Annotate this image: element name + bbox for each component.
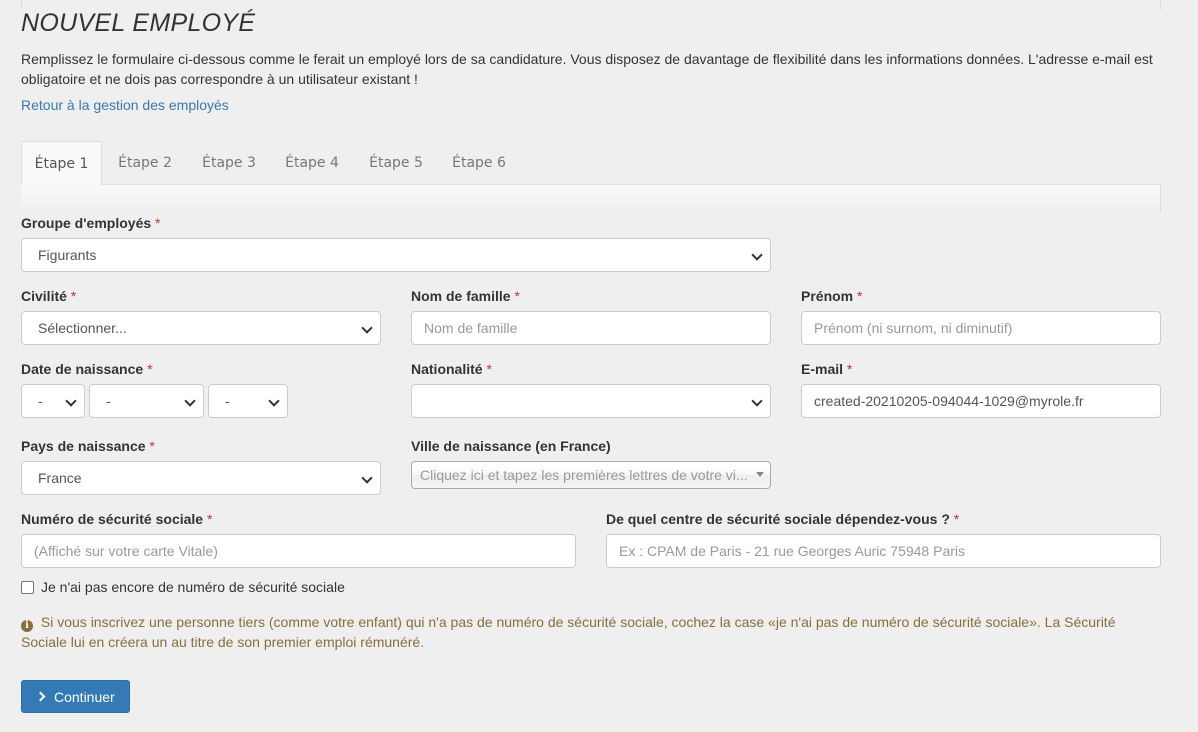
last-name-label: Nom de famille *	[411, 288, 520, 304]
civility-label: Civilité *	[21, 288, 77, 304]
civility-select[interactable]: Sélectionner...	[21, 311, 381, 345]
intro-text: Remplissez le formulaire ci-dessous comm…	[21, 51, 1153, 87]
info-notice: i Si vous inscrivez une personne tiers (…	[21, 612, 1161, 652]
group-label: Groupe d'employés *	[21, 215, 161, 231]
tab-step-2[interactable]: Étape 2	[105, 141, 185, 185]
info-circle-icon: i	[21, 620, 33, 632]
back-to-employees-link[interactable]: Retour à la gestion des employés	[21, 97, 229, 113]
ssn-label: Numéro de sécurité sociale *	[21, 511, 213, 527]
nationality-select[interactable]	[411, 384, 771, 418]
first-name-input[interactable]: Prénom (ni surnom, ni diminutif)	[801, 311, 1161, 345]
tab-step-1[interactable]: Étape 1	[21, 141, 102, 186]
nationality-label: Nationalité *	[411, 361, 492, 377]
continue-button-label: Continuer	[54, 688, 115, 705]
tab-panel	[21, 185, 1161, 213]
email-input[interactable]: created-20210205-094044-1029@myrole.fr	[801, 384, 1161, 418]
ssn-input[interactable]: (Affiché sur votre carte Vitale)	[21, 534, 576, 568]
group-select[interactable]: Figurants	[21, 238, 771, 272]
birth-country-label: Pays de naissance *	[21, 438, 155, 454]
tab-step-6[interactable]: Étape 6	[439, 141, 519, 185]
no-ssn-checkbox-row[interactable]: Je n'ai pas encore de numéro de sécurité…	[21, 579, 345, 595]
birth-day-select[interactable]: -	[21, 384, 85, 418]
first-name-label: Prénom *	[801, 288, 863, 304]
dropdown-triangle-icon	[756, 472, 764, 477]
last-name-input[interactable]: Nom de famille	[411, 311, 771, 345]
ssn-center-label: De quel centre de sécurité sociale dépen…	[606, 511, 960, 527]
continue-button[interactable]: Continuer	[21, 680, 130, 713]
birth-month-select[interactable]: -	[89, 384, 204, 418]
birth-country-select[interactable]: France	[21, 461, 381, 495]
ssn-center-input[interactable]: Ex : CPAM de Paris - 21 rue Georges Auri…	[606, 534, 1161, 568]
step-tabs: Étape 1 Étape 2 Étape 3 Étape 4 Étape 5 …	[21, 141, 1161, 213]
birth-city-label: Ville de naissance (en France)	[411, 438, 611, 454]
birth-year-select[interactable]: -	[208, 384, 288, 418]
info-notice-text: Si vous inscrivez une personne tiers (co…	[21, 614, 1116, 650]
no-ssn-checkbox-label: Je n'ai pas encore de numéro de sécurité…	[41, 579, 345, 595]
chevron-right-icon	[35, 691, 46, 702]
tab-step-3[interactable]: Étape 3	[189, 141, 269, 185]
tab-step-5[interactable]: Étape 5	[356, 141, 436, 185]
email-label: E-mail *	[801, 361, 853, 377]
no-ssn-checkbox[interactable]	[21, 580, 34, 594]
birth-city-autocomplete[interactable]: Cliquez ici et tapez les premières lettr…	[411, 461, 771, 489]
page-title: NOUVEL EMPLOYÉ	[21, 9, 256, 37]
birth-date-label: Date de naissance *	[21, 361, 153, 377]
tab-step-4[interactable]: Étape 4	[272, 141, 352, 185]
